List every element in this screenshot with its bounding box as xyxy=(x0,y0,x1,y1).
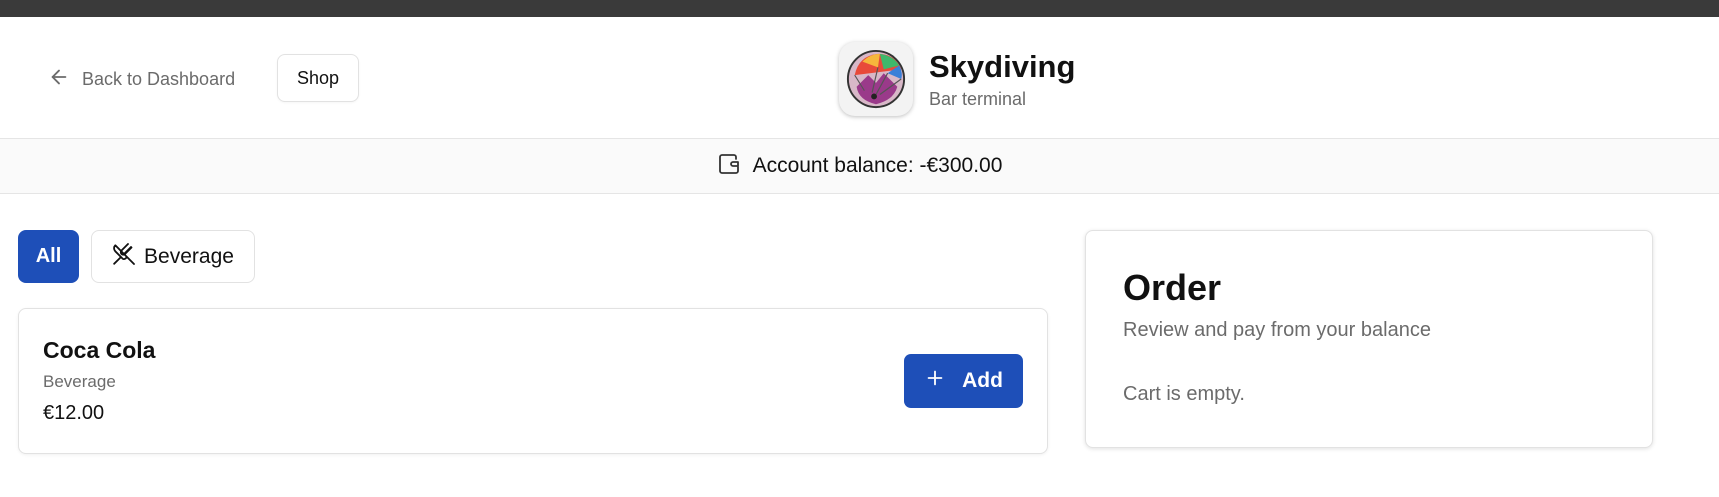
wallet-icon xyxy=(717,152,741,181)
order-title: Order xyxy=(1123,267,1222,308)
back-to-dashboard-link[interactable]: Back to Dashboard xyxy=(48,64,235,94)
product-category: Beverage xyxy=(43,372,116,391)
product-price: €12.00 xyxy=(43,402,105,424)
filter-beverage-chip[interactable]: Beverage xyxy=(91,230,255,283)
filter-beverage-label: Beverage xyxy=(144,244,234,268)
back-to-dashboard-label: Back to Dashboard xyxy=(82,68,236,89)
app-title: Skydiving xyxy=(929,48,1076,84)
cart-empty-message: Cart is empty. xyxy=(1123,383,1245,405)
app-subtitle: Bar terminal xyxy=(929,88,1027,109)
arrow-left-icon xyxy=(48,66,70,93)
app-header: Back to Dashboard Shop Skydiving Bar ter… xyxy=(0,17,1719,139)
order-panel: Order Review and pay from your balance C… xyxy=(1085,230,1653,448)
shop-button[interactable]: Shop xyxy=(277,54,359,102)
plus-icon xyxy=(924,367,946,395)
filter-all-chip[interactable]: All xyxy=(18,230,79,283)
utensils-crossed-icon xyxy=(112,242,136,272)
brand-text: Skydiving Bar terminal xyxy=(929,49,1075,110)
window-top-strip xyxy=(0,0,1719,17)
order-subtitle: Review and pay from your balance xyxy=(1123,319,1431,341)
brand: Skydiving Bar terminal xyxy=(839,42,1075,116)
add-button-label: Add xyxy=(962,369,1003,392)
product-name: Coca Cola xyxy=(43,337,156,363)
product-card: Coca Cola Beverage €12.00 Add xyxy=(18,308,1048,454)
add-to-cart-button[interactable]: Add xyxy=(904,354,1023,408)
account-balance-bar: Account balance: -€300.00 xyxy=(0,139,1719,194)
account-balance-text: Account balance: -€300.00 xyxy=(752,154,1003,177)
parachute-logo-icon xyxy=(839,42,913,116)
